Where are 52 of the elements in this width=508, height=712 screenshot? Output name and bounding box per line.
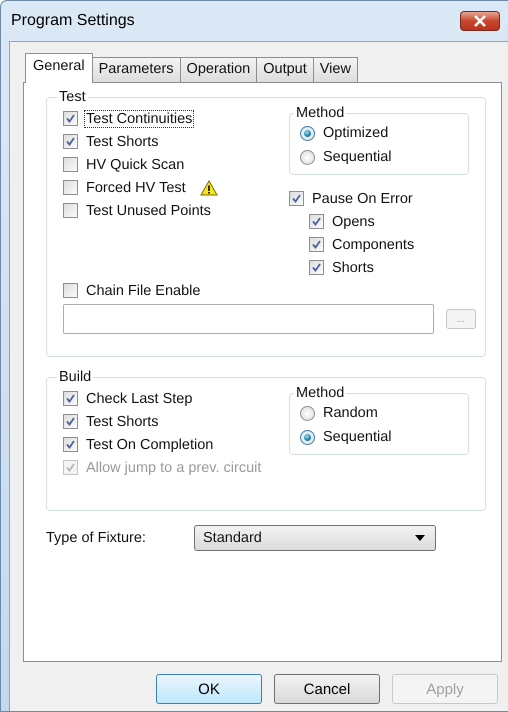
radio-button[interactable] — [300, 150, 315, 164]
checkbox-label[interactable]: Shorts — [330, 258, 376, 276]
checkbox-label[interactable]: Opens — [330, 212, 377, 230]
radio-label[interactable]: Sequential — [321, 428, 394, 446]
fixture-label: Type of Fixture: — [46, 530, 147, 546]
checkbox[interactable] — [63, 391, 78, 406]
checkbox[interactable] — [63, 180, 78, 195]
checkbox[interactable] — [63, 134, 78, 149]
checkbox[interactable] — [63, 437, 78, 452]
checkbox[interactable] — [63, 203, 78, 218]
checkbox[interactable] — [309, 260, 324, 275]
dialog-button[interactable]: OK — [156, 674, 262, 704]
file-path-field[interactable] — [63, 304, 434, 334]
radio-label[interactable]: Sequential — [321, 148, 394, 166]
radio-button[interactable] — [300, 430, 315, 444]
group-title: Method — [295, 105, 346, 121]
checkbox-label[interactable]: Test Unused Points — [84, 202, 213, 220]
checkbox-label[interactable]: Check Last Step — [84, 390, 194, 408]
checkbox-label[interactable]: Chain File Enable — [84, 282, 202, 300]
fixture-dropdown[interactable]: Standard — [194, 525, 436, 551]
checkbox[interactable] — [289, 191, 304, 206]
window-title: Program Settings — [11, 12, 135, 30]
checkbox-label[interactable]: Pause On Error — [310, 190, 415, 208]
dropdown-arrow-icon — [415, 535, 425, 541]
checkbox-label[interactable]: Forced HV Test — [84, 178, 188, 196]
checkbox[interactable] — [63, 157, 78, 172]
tab[interactable]: Operation — [180, 57, 258, 82]
tab[interactable]: View — [312, 57, 358, 82]
checkbox[interactable] — [63, 414, 78, 429]
close-button[interactable] — [460, 11, 500, 31]
tab[interactable]: General — [25, 53, 93, 83]
checkbox-label[interactable]: Test Shorts — [84, 412, 161, 430]
group-title: Build — [58, 369, 92, 385]
tab[interactable]: Parameters — [92, 57, 181, 82]
checkbox-label[interactable]: Test On Completion — [84, 436, 216, 454]
dialog-button[interactable]: Cancel — [274, 674, 380, 704]
checkbox-label[interactable]: HV Quick Scan — [84, 156, 186, 174]
checkbox[interactable] — [309, 237, 324, 252]
group-title: Test — [58, 89, 87, 105]
checkbox[interactable] — [309, 214, 324, 229]
radio-button[interactable] — [300, 126, 315, 140]
checkbox-label[interactable]: Test Continuities — [84, 110, 194, 128]
radio-button[interactable] — [300, 406, 315, 420]
group-title: Method — [295, 385, 346, 401]
tab[interactable]: Output — [256, 57, 314, 82]
checkbox-label[interactable]: Test Shorts — [84, 132, 161, 150]
radio-label[interactable]: Optimized — [321, 124, 390, 142]
checkbox[interactable] — [63, 283, 78, 298]
checkbox-label[interactable]: Components — [330, 236, 416, 254]
checkbox[interactable] — [63, 111, 78, 126]
radio-label[interactable]: Random — [321, 404, 380, 422]
close-icon — [473, 15, 487, 27]
